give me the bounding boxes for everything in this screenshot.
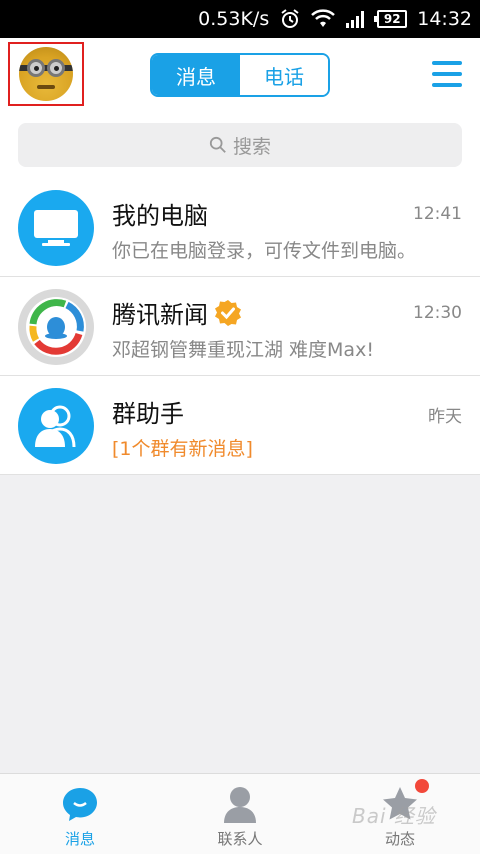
conversation-title: 腾讯新闻 [112, 295, 242, 330]
conversation-time: 12:30 [413, 303, 462, 323]
search-input[interactable]: 搜索 [18, 123, 462, 167]
tab-messages[interactable]: 消息 [152, 55, 240, 95]
conversation-preview: 邓超钢管舞重现江湖 难度Max! [112, 339, 374, 361]
segmented-control: 消息 电话 [150, 53, 330, 97]
profile-avatar-button[interactable] [8, 42, 84, 106]
status-bar: 0.53K/s 92 14:32 [0, 0, 480, 38]
menu-icon[interactable] [432, 61, 462, 87]
conversation-title: 群助手 [112, 400, 184, 428]
conversation-time: 12:41 [413, 204, 462, 224]
tab-label: 联系人 [217, 830, 263, 848]
message-bubble-icon [60, 784, 100, 824]
tencent-news-icon [18, 289, 94, 365]
conversation-preview: [1个群有新消息] [112, 438, 253, 460]
conversation-time: 昨天 [428, 407, 462, 427]
contacts-icon [220, 784, 260, 824]
search-placeholder: 搜索 [232, 135, 271, 158]
tab-contacts[interactable]: 联系人 [160, 774, 320, 854]
conversation-preview: 你已在电脑登录，可传文件到电脑。 [112, 240, 417, 262]
tab-label: 动态 [384, 830, 415, 848]
conversation-title: 我的电脑 [112, 202, 208, 230]
conversation-title-text: 腾讯新闻 [112, 301, 208, 329]
list-item[interactable]: 群助手 昨天 [1个群有新消息] [0, 376, 480, 475]
tab-messages-bottom[interactable]: 消息 [0, 774, 160, 854]
header: 消息 电话 [0, 38, 480, 110]
tab-label: 消息 [64, 830, 95, 848]
search-section: 搜索 [0, 110, 480, 178]
conversation-list: 我的电脑 12:41 你已在电脑登录，可传文件到电脑。 腾讯新闻 12:30 邓 [0, 178, 480, 475]
verified-badge-icon [215, 299, 241, 326]
list-item[interactable]: 腾讯新闻 12:30 邓超钢管舞重现江湖 难度Max! [0, 277, 480, 376]
search-icon [209, 136, 226, 153]
avatar [19, 47, 73, 101]
list-item[interactable]: 我的电脑 12:41 你已在电脑登录，可传文件到电脑。 [0, 178, 480, 277]
alarm-icon [279, 8, 301, 30]
monitor-icon [18, 190, 94, 266]
network-speed: 0.53K/s [198, 8, 270, 30]
group-helper-icon [18, 388, 94, 464]
watermark: Bai 经验 [352, 804, 436, 828]
signal-icon [345, 10, 367, 28]
tab-phone[interactable]: 电话 [240, 55, 328, 95]
clock: 14:32 [417, 8, 472, 30]
wifi-icon [311, 9, 336, 29]
battery-icon: 92 [374, 10, 408, 28]
notification-badge [415, 779, 429, 793]
